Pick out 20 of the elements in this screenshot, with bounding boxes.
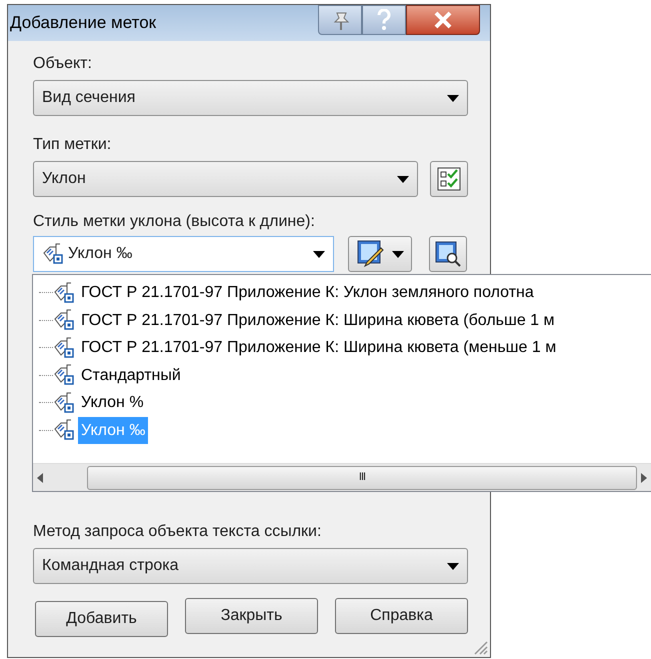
dialog-button[interactable]: Справка: [335, 598, 468, 634]
method-dropdown[interactable]: Командная строка: [33, 548, 468, 584]
method-label: Метод запроса объекта текста ссылки:: [33, 522, 322, 542]
label-type-dropdown[interactable]: Уклон: [33, 161, 418, 197]
window-title: Добавление меток: [10, 12, 156, 34]
label-type-label: Тип метки:: [33, 135, 112, 155]
dialog-button[interactable]: Закрыть: [185, 598, 318, 634]
scrollbar-thumb[interactable]: III: [87, 466, 637, 490]
object-label: Объект:: [33, 54, 93, 74]
tree-item[interactable]: ГОСТ Р 21.1701-97 Приложение К: Ширина кювета (больше 1 м: [78, 306, 558, 334]
dialog-button[interactable]: Добавить: [35, 601, 168, 637]
object-dropdown[interactable]: Вид сечения: [33, 80, 468, 116]
label-style-label: Стиль метки уклона (высота к длине):: [33, 212, 316, 232]
tree-item[interactable]: ГОСТ Р 21.1701-97 Приложение К: Ширина кювета (меньше 1 м: [78, 334, 560, 362]
label-style-dropdown[interactable]: Уклон ‰: [33, 236, 334, 272]
tree-item[interactable]: Уклон %: [78, 389, 147, 416]
selected-style-text: Уклон ‰: [68, 244, 132, 264]
horizontal-scrollbar[interactable]: III: [33, 463, 651, 491]
tree-item[interactable]: ГОСТ Р 21.1701-97 Приложение К: Уклон земляного полотна: [78, 279, 537, 306]
tree-item[interactable]: Стандартный: [78, 362, 184, 389]
